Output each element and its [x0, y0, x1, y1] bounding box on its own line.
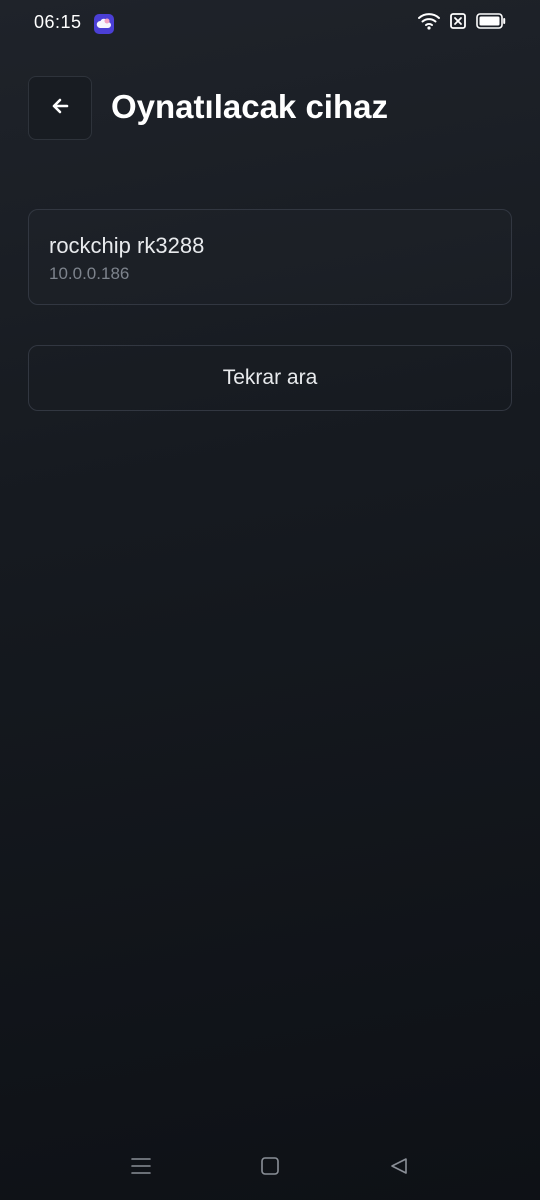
wifi-icon [418, 12, 440, 35]
status-bar: 06:15 [0, 0, 540, 48]
page-title: Oynatılacak cihaz [111, 88, 388, 125]
navigation-bar [0, 1140, 540, 1194]
back-triangle-icon[interactable] [387, 1154, 411, 1178]
arrow-left-icon [50, 96, 70, 121]
back-button[interactable] [28, 76, 92, 140]
status-icons [418, 12, 506, 34]
battery-icon [476, 12, 506, 34]
no-sim-icon [450, 12, 466, 34]
menu-icon[interactable] [129, 1154, 153, 1178]
device-ip: 10.0.0.186 [49, 264, 130, 283]
device-list-item[interactable]: rockchip rk3288 10.0.0.186 [28, 209, 512, 305]
cloud-app-icon [94, 14, 114, 34]
rescan-button[interactable]: Tekrar ara [28, 345, 512, 411]
status-time: 06:15 [34, 12, 82, 32]
device-name: rockchip rk3288 [49, 233, 205, 258]
home-icon[interactable] [258, 1154, 282, 1178]
